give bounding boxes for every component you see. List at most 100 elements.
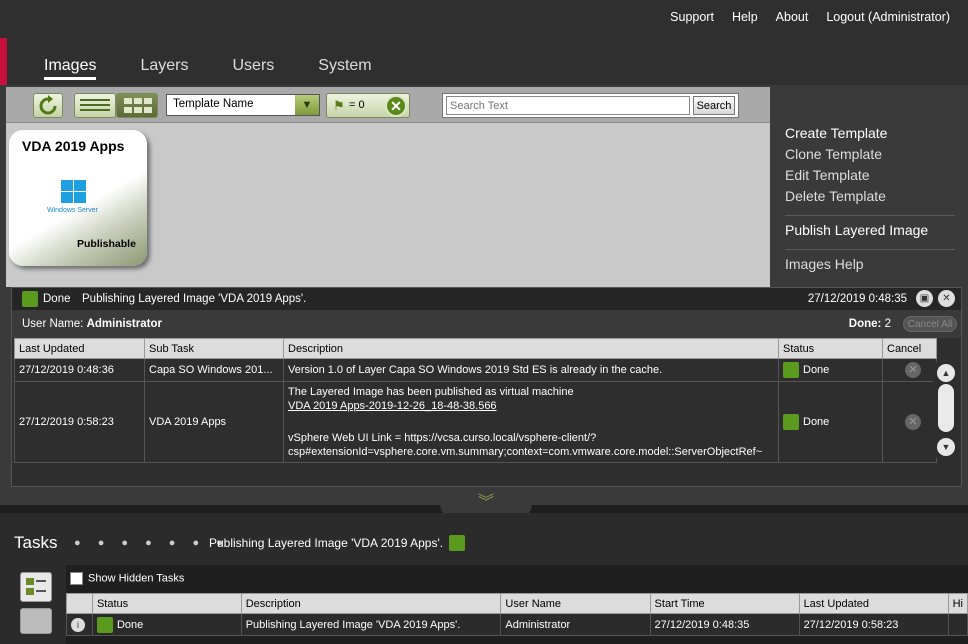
publish-layered-image-link[interactable]: Publish Layered Image: [785, 222, 965, 243]
show-hidden-label: Show Hidden Tasks: [88, 572, 185, 585]
vm-link[interactable]: VDA 2019 Apps-2019-12-26_18-48-38.566: [288, 399, 774, 413]
clone-template-link[interactable]: Clone Template: [785, 146, 965, 167]
done-status-icon: [22, 291, 38, 307]
tab-system[interactable]: System: [318, 57, 371, 80]
grid-view-button[interactable]: [116, 93, 158, 118]
flag-count: = 0: [349, 99, 365, 111]
col-description[interactable]: Description: [283, 338, 779, 359]
done-status-icon: [449, 535, 465, 551]
list-view-button[interactable]: [74, 93, 116, 118]
user-name-label: User Name:: [22, 318, 84, 330]
col-flag: [66, 593, 93, 614]
os-label: Windows Server: [47, 207, 98, 214]
show-hidden-tasks[interactable]: Show Hidden Tasks: [70, 572, 184, 585]
task-history-icon[interactable]: [20, 608, 52, 634]
refresh-button[interactable]: [33, 93, 63, 118]
cell-hidden: [947, 613, 968, 636]
tab-users[interactable]: Users: [233, 57, 275, 80]
user-name-value: Administrator: [86, 318, 162, 330]
cell-status: Done: [778, 381, 883, 463]
table-row[interactable]: 27/12/2019 0:48:36 Capa SO Windows 201..…: [14, 358, 937, 382]
windows-logo-icon: [61, 180, 87, 204]
search-button[interactable]: Search: [693, 96, 735, 115]
menu-divider: [785, 249, 955, 250]
cell-start-time: 27/12/2019 0:48:35: [649, 613, 800, 636]
col-cancel[interactable]: Cancel: [882, 338, 937, 359]
task-detail-subheader: User Name: Administrator Done: 2 Cancel …: [12, 310, 961, 338]
done-count-info: Done: 2: [849, 318, 891, 330]
task-list-icon[interactable]: [20, 572, 52, 602]
sort-dropdown[interactable]: Template Name ▼: [166, 94, 320, 116]
info-icon[interactable]: i: [71, 617, 85, 632]
grid-view-icon: [124, 98, 152, 113]
cell-sub-task: VDA 2019 Apps: [144, 381, 284, 463]
col-user-name[interactable]: User Name: [500, 593, 651, 614]
task-detail-header: Done Publishing Layered Image 'VDA 2019 …: [12, 288, 961, 310]
tasks-bar: Tasks ● ● ● ● ● ● ● Publishing Layered I…: [0, 513, 968, 644]
cell-status: Done: [778, 358, 883, 382]
description-line: csp#extensionId=vsphere.core.vm.summary;…: [288, 446, 763, 458]
clear-filter-icon[interactable]: ✕: [385, 95, 407, 117]
col-last-updated[interactable]: Last Updated: [14, 338, 145, 359]
cell-status: Done: [91, 613, 242, 636]
close-icon[interactable]: ✕: [938, 290, 955, 307]
about-link[interactable]: About: [776, 10, 809, 24]
tasks-content: Show Hidden Tasks Status Description Use…: [66, 565, 968, 644]
cell-last-updated: 27/12/2019 0:58:23: [798, 613, 949, 636]
tab-layers[interactable]: Layers: [140, 57, 188, 80]
edit-template-link[interactable]: Edit Template: [785, 167, 965, 188]
cell-description: Publishing Layered Image 'VDA 2019 Apps'…: [240, 613, 502, 636]
cell-cancel: ✕: [882, 381, 937, 463]
user-name-info: User Name: Administrator: [22, 318, 162, 330]
cell-sub-task: Capa SO Windows 201...: [144, 358, 284, 382]
cell-description: The Layered Image has been published as …: [283, 381, 779, 463]
delete-template-link[interactable]: Delete Template: [785, 188, 965, 209]
search-box: Search: [442, 93, 739, 118]
tasks-dots: ● ● ● ● ● ● ●: [74, 537, 230, 549]
col-sub-task[interactable]: Sub Task: [144, 338, 284, 359]
cell-last-updated: 27/12/2019 0:58:23: [14, 381, 145, 463]
description-line: The Layered Image has been published as …: [288, 386, 574, 398]
table-row[interactable]: 27/12/2019 0:58:23 VDA 2019 Apps The Lay…: [14, 381, 937, 463]
images-help-link[interactable]: Images Help: [785, 256, 965, 277]
cell-cancel: ✕: [882, 358, 937, 382]
scroll-up-icon[interactable]: ▲: [937, 364, 955, 382]
scroll-thumb[interactable]: [938, 384, 954, 432]
search-input[interactable]: [446, 96, 690, 115]
tasks-title: Tasks: [14, 533, 58, 552]
accent-bar: [0, 38, 7, 86]
logout-link[interactable]: Logout (Administrator): [826, 10, 950, 24]
cell-info: i: [66, 613, 93, 636]
scroll-down-icon[interactable]: ▼: [937, 438, 955, 456]
cancel-all-button[interactable]: Cancel All: [903, 316, 957, 332]
table-row[interactable]: i Done Publishing Layered Image 'VDA 201…: [66, 613, 968, 636]
col-status[interactable]: Status: [91, 593, 242, 614]
col-status[interactable]: Status: [778, 338, 883, 359]
task-status: Done: [43, 293, 71, 305]
subtasks-scrollbar[interactable]: ▲ ▼: [933, 362, 959, 458]
col-hidden[interactable]: Hi: [947, 593, 968, 614]
support-link[interactable]: Support: [670, 10, 714, 24]
tasks-side-icons: [0, 563, 66, 644]
maximize-icon[interactable]: ▣: [916, 290, 933, 307]
image-tile[interactable]: VDA 2019 Apps Windows Server Publishable: [9, 130, 147, 266]
sort-selected-value: Template Name: [173, 98, 254, 110]
col-start-time[interactable]: Start Time: [649, 593, 800, 614]
status-text: Done: [803, 363, 830, 376]
tasks-table: Status Description User Name Start Time …: [66, 593, 968, 636]
col-description[interactable]: Description: [240, 593, 502, 614]
help-link[interactable]: Help: [732, 10, 758, 24]
cell-last-updated: 27/12/2019 0:48:36: [14, 358, 145, 382]
show-hidden-checkbox[interactable]: [70, 572, 83, 585]
tab-images[interactable]: Images: [44, 57, 97, 80]
chevron-down-icon: ▼: [295, 95, 319, 115]
done-status-icon: [783, 362, 799, 378]
col-last-updated[interactable]: Last Updated: [798, 593, 949, 614]
cancel-icon[interactable]: ✕: [905, 414, 921, 430]
flag-filter[interactable]: ⚑ = 0 ✕: [326, 93, 410, 118]
cancel-icon[interactable]: ✕: [905, 362, 921, 378]
create-template-link[interactable]: Create Template: [785, 125, 965, 146]
cell-description: Version 1.0 of Layer Capa SO Windows 201…: [283, 358, 779, 382]
done-status-icon: [96, 616, 113, 633]
task-message: Publishing Layered Image 'VDA 2019 Apps'…: [82, 293, 307, 305]
